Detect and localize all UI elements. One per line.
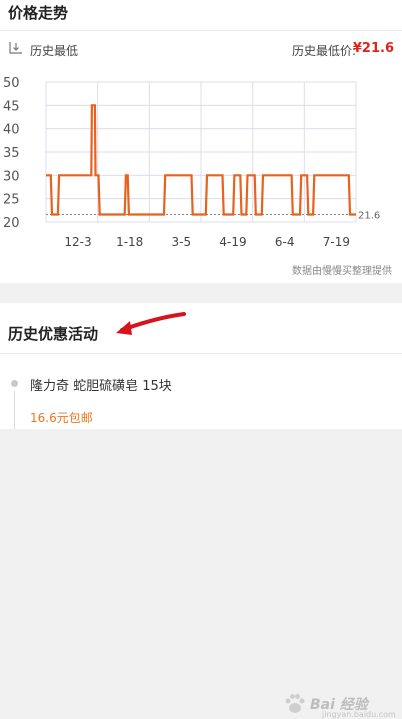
y-tick-label: 50 [3,76,20,91]
lowest-price-label: 历史最低价: [291,44,356,58]
data-credit: 数据由慢慢买整理提供 [292,266,392,277]
divider [0,30,402,31]
history-low-tab[interactable]: 历史最低 [30,42,78,59]
y-tick-label: 35 [3,146,20,161]
timeline-dot [11,380,18,387]
timeline-line [14,391,15,429]
y-tick-label: 30 [3,169,20,184]
x-tick-label: 3-5 [172,235,192,249]
x-tick-label: 4-19 [219,235,246,249]
divider [0,353,402,354]
lowest-price-value: ¥21.6 [352,41,394,56]
x-tick-label: 1-18 [116,235,143,249]
price-trend-card: 价格走势 历史最低 历史最低价: ¥21.6 20 25 30 35 40 45 50 12-… [0,0,402,283]
y-tick-label: 20 [3,216,20,231]
y-tick-label: 25 [3,193,20,208]
baidu-paw-icon [285,694,305,713]
promo-item-price: 16.6元包邮 [30,411,93,425]
promo-card: 历史优惠活动 隆力奇 蛇胆硫磺皂 15块 16.6元包邮 Bai 经验 jing… [0,303,402,719]
promo-title: 历史优惠活动 [8,325,99,343]
red-arrow-icon [116,312,186,335]
y-tick-label: 40 [3,123,20,138]
price-trend-title: 价格走势 [8,4,69,22]
watermark-sub: jingyan.baidu.com [322,710,396,719]
y-tick-label: 45 [3,99,20,114]
x-tick-label: 12-3 [64,235,91,249]
baidu-watermark: Bai 经验 jingyan.baidu.com [282,691,396,719]
min-price-marker-label: 21.6 [358,211,380,222]
x-tick-label: 7-19 [323,235,350,249]
price-chart: 20 25 30 35 40 45 50 12-3 1-18 3-5 4-19 6-4 7-19 21.6 [3,76,380,249]
lowest-history-icon [9,42,22,54]
x-tick-label: 6-4 [275,235,295,249]
promo-item-name[interactable]: 隆力奇 蛇胆硫磺皂 15块 [30,375,172,394]
